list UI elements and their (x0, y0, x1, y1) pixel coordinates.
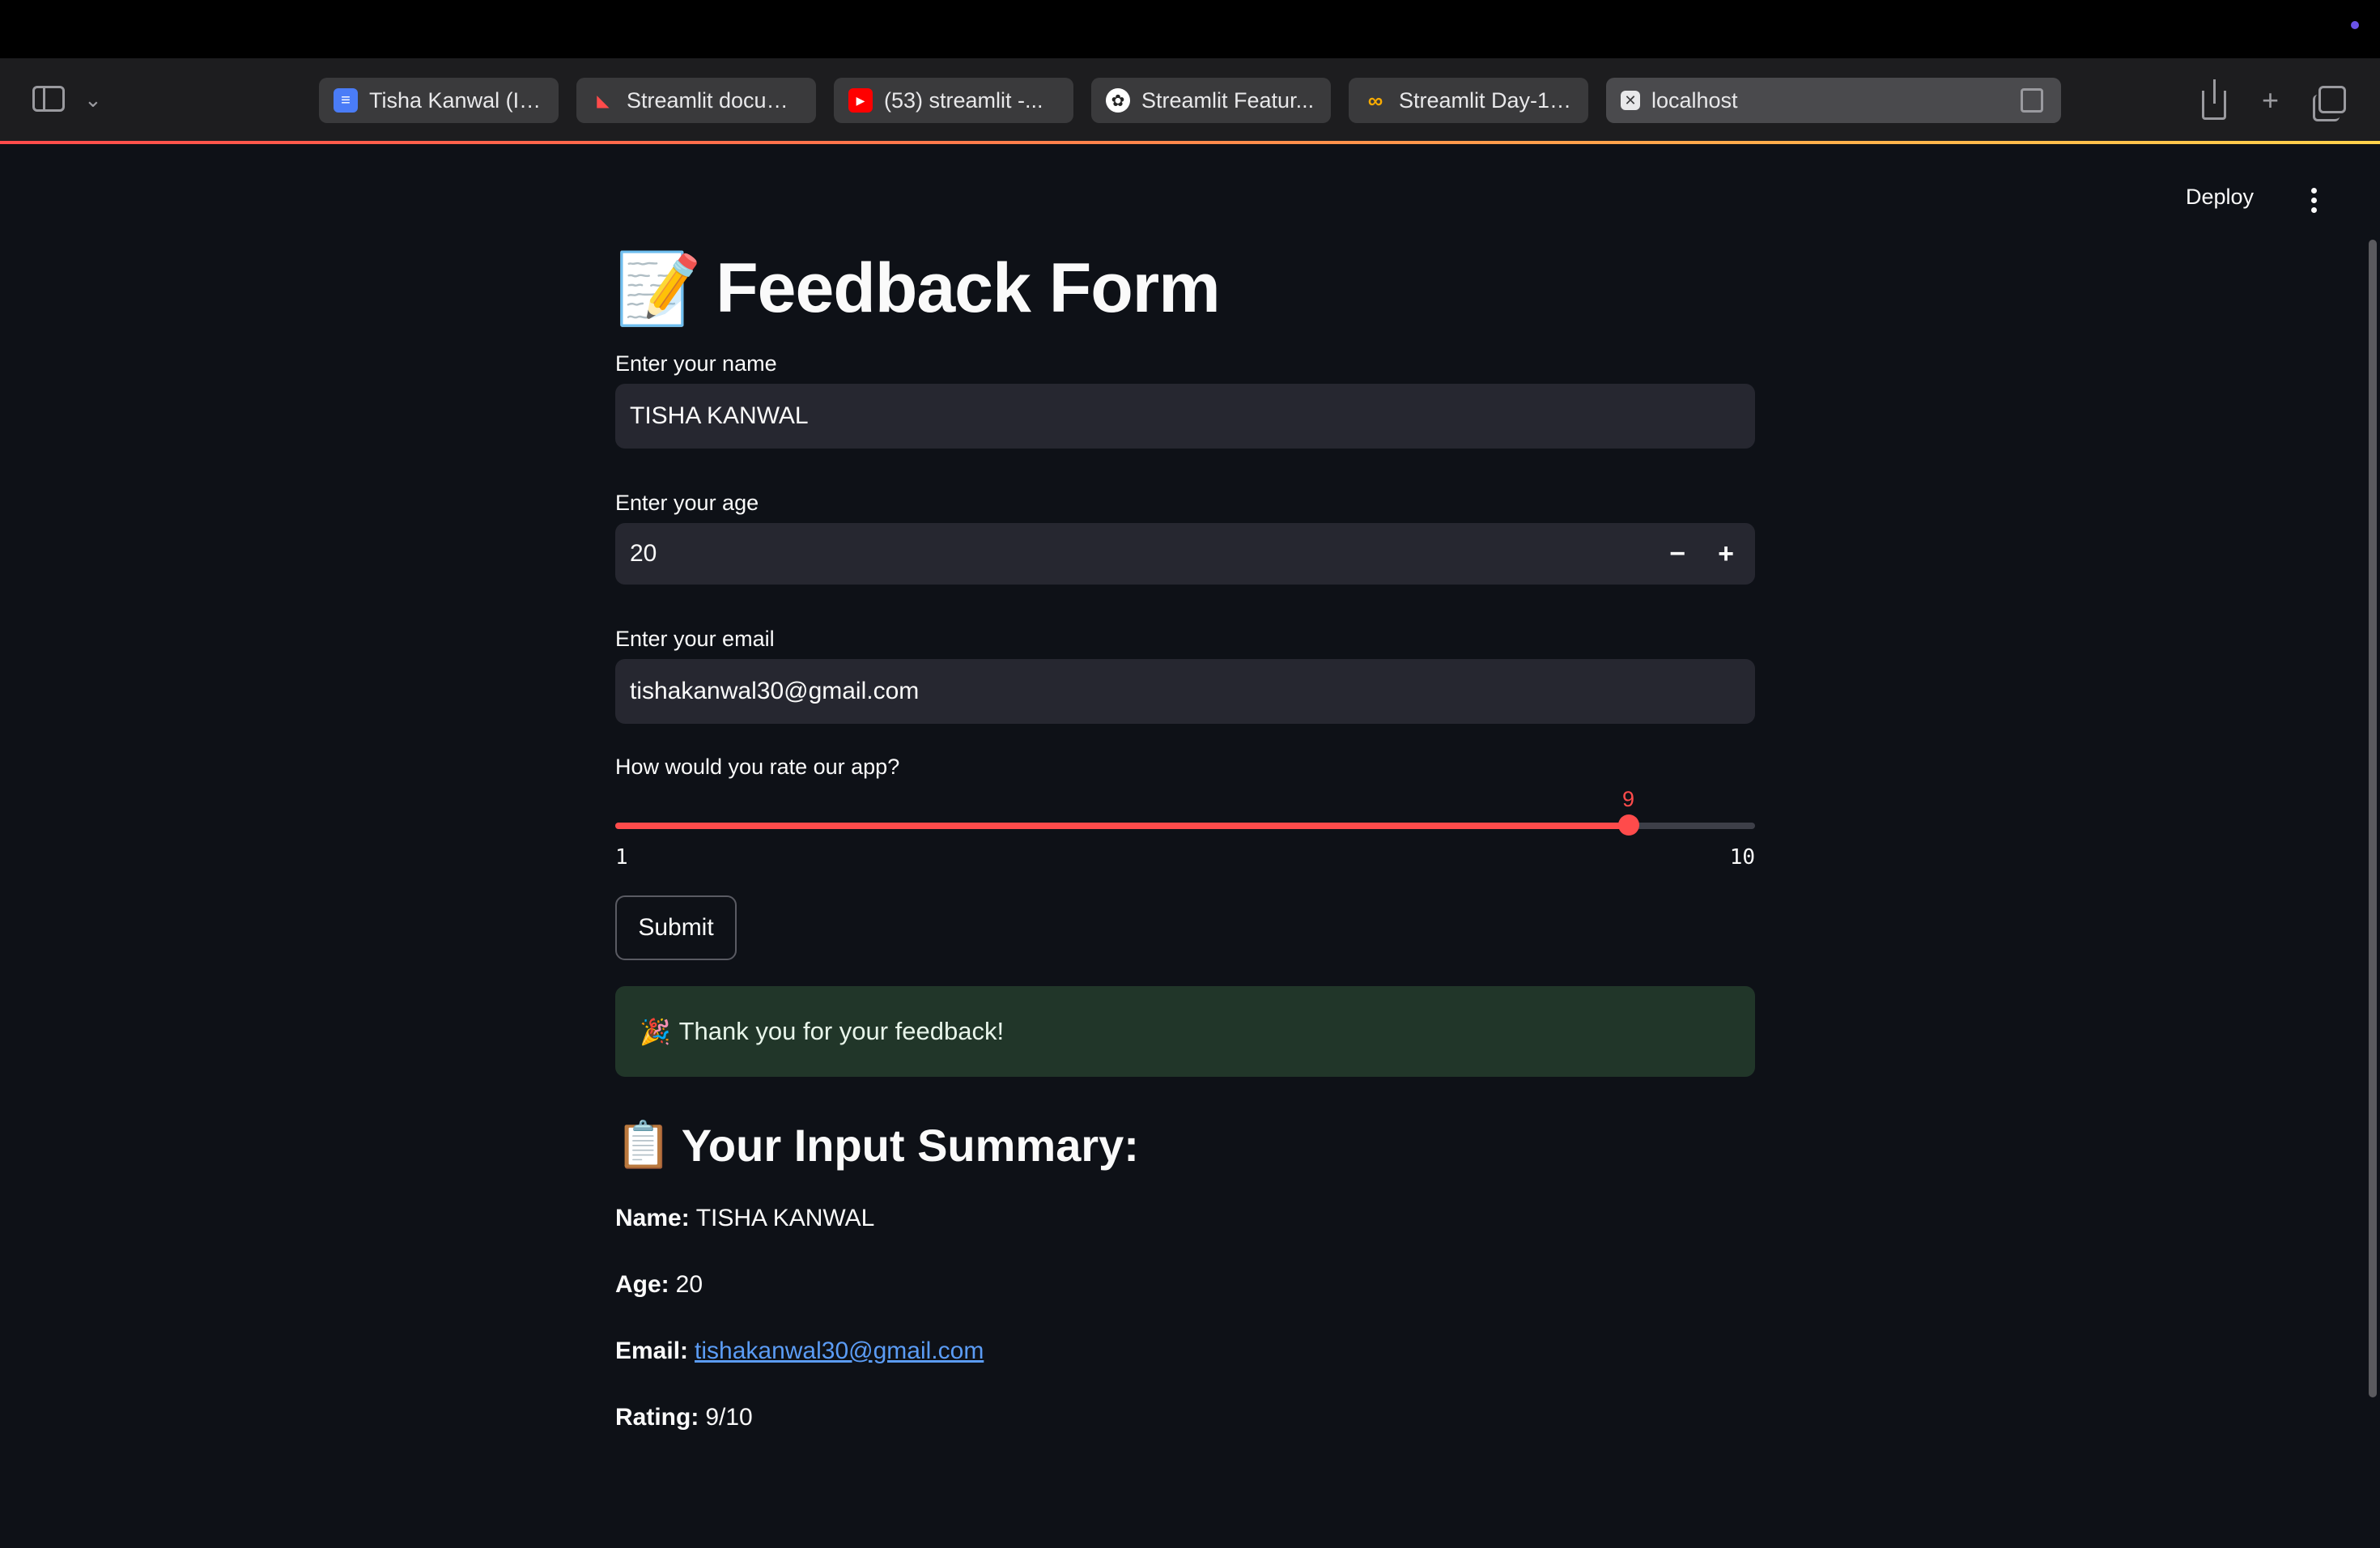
summary-age-key: Age: (615, 1271, 669, 1298)
browser-tab[interactable]: ≡ Tisha Kanwal (In... (319, 78, 559, 123)
decrement-button[interactable]: − (1669, 538, 1685, 570)
page-title: 📝 Feedback Form (615, 243, 1755, 334)
summary-email-link[interactable]: tishakanwal30@gmail.com (695, 1337, 984, 1365)
party-popper-icon: 🎉 (640, 1017, 671, 1047)
tab-label: localhost (1651, 87, 1738, 113)
docs-icon: ≡ (334, 88, 358, 113)
age-label: Enter your age (615, 491, 759, 515)
name-input[interactable]: TISHA KANWAL (615, 384, 1755, 449)
chatgpt-icon: ✿ (1106, 88, 1130, 113)
summary-heading-text: Your Input Summary: (681, 1119, 1139, 1171)
summary-rating: Rating: 9/10 (615, 1397, 1755, 1438)
new-tab-icon[interactable]: + (2262, 86, 2279, 115)
tab-label: Streamlit docum... (627, 87, 801, 113)
age-stepper: − + (1669, 523, 1749, 585)
main-content: 📝 Feedback Form Enter your name TISHA KA… (615, 243, 1755, 1438)
colab-icon: ∞ (1367, 87, 1383, 113)
browser-tab-active[interactable]: ✕ localhost (1606, 78, 2061, 123)
summary-email: Email: tishakanwal30@gmail.com (615, 1331, 1755, 1372)
name-label: Enter your name (615, 351, 777, 376)
browser-tab[interactable]: ✿ Streamlit Featur... (1091, 78, 1331, 123)
tab-overview-icon[interactable] (2313, 86, 2346, 121)
browser-toolbar: ⌄ ≡ Tisha Kanwal (In... ◣ Streamlit docu… (0, 58, 2380, 142)
summary-name: Name: TISHA KANWAL (615, 1198, 1755, 1239)
age-input-value: 20 (630, 540, 657, 567)
rating-label: How would you rate our app? (615, 755, 900, 779)
slider-min-label: 1 (615, 845, 628, 870)
chevron-down-icon[interactable]: ⌄ (84, 87, 102, 113)
scrollbar[interactable] (2369, 240, 2377, 1397)
streamlit-header-decoration (0, 141, 2380, 144)
browser-tab[interactable]: ∞ Streamlit Day-1.i... (1349, 78, 1588, 123)
tab-label: Streamlit Featur... (1141, 87, 1315, 113)
os-menu-bar (0, 0, 2380, 58)
summary-age: Age: 20 (615, 1265, 1755, 1305)
browser-tab[interactable]: ▶ (53) streamlit -... (834, 78, 1073, 123)
streamlit-icon: ◣ (597, 91, 610, 110)
browser-tab[interactable]: ◣ Streamlit docum... (576, 78, 816, 123)
rating-slider[interactable]: 9 1 10 (615, 787, 1755, 870)
summary-age-value: 20 (675, 1271, 703, 1298)
email-input[interactable]: tishakanwal30@gmail.com (615, 659, 1755, 724)
success-alert: 🎉 Thank you for your feedback! (615, 986, 1755, 1077)
tab-label: Tisha Kanwal (In... (369, 87, 544, 113)
slider-current-value: 9 (1622, 787, 1635, 811)
page-title-text: Feedback Form (716, 249, 1221, 327)
email-label: Enter your email (615, 627, 775, 651)
deploy-button[interactable]: Deploy (2186, 185, 2254, 210)
summary-heading: 📋 Your Input Summary: (615, 1112, 1755, 1177)
increment-button[interactable]: + (1718, 538, 1734, 570)
summary-email-key: Email: (615, 1337, 689, 1364)
reader-mode-icon[interactable] (2021, 88, 2043, 113)
tab-label: Streamlit Day-1.i... (1399, 87, 1574, 113)
name-input-value: TISHA KANWAL (630, 402, 809, 429)
main-menu-icon[interactable] (2311, 188, 2318, 217)
summary-name-value: TISHA KANWAL (695, 1205, 875, 1231)
email-input-value: tishakanwal30@gmail.com (630, 678, 920, 704)
submit-button[interactable]: Submit (615, 895, 737, 960)
slider-thumb[interactable] (1617, 814, 1639, 836)
tab-label: (53) streamlit -... (884, 87, 1043, 113)
memo-icon: 📝 (615, 248, 702, 330)
share-icon[interactable] (2202, 79, 2226, 120)
close-icon[interactable]: ✕ (1621, 91, 1640, 110)
sidebar-toggle-icon[interactable] (32, 86, 65, 112)
youtube-icon: ▶ (848, 88, 873, 113)
age-number-input[interactable]: 20 − + (615, 523, 1755, 585)
clipboard-icon: 📋 (615, 1119, 672, 1172)
slider-fill (615, 823, 1629, 829)
summary-rating-value: 9/10 (705, 1404, 753, 1431)
slider-max-label: 10 (1729, 845, 1755, 870)
success-message: Thank you for your feedback! (678, 1017, 1005, 1045)
slider-track[interactable] (615, 814, 1755, 836)
status-dot-icon (2351, 21, 2359, 29)
summary-name-key: Name: (615, 1205, 690, 1231)
summary-rating-key: Rating: (615, 1404, 699, 1431)
